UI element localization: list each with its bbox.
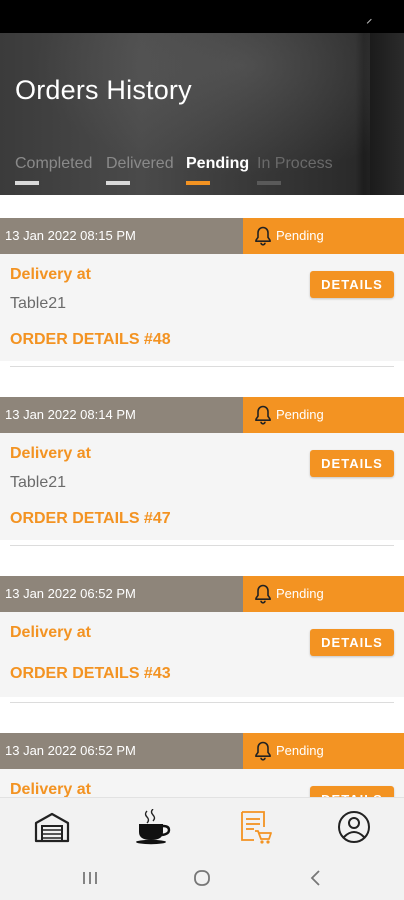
tab-in-process[interactable]: In Process — [257, 155, 333, 185]
home-button[interactable] — [190, 868, 214, 888]
status-badge: Pending — [243, 218, 404, 254]
tab-indicator — [257, 181, 281, 185]
tab-label: Delivered — [106, 155, 174, 172]
status-text: Pending — [276, 586, 324, 601]
status-badge: Pending — [243, 733, 404, 769]
bell-icon — [255, 226, 271, 246]
page-title: Orders History — [15, 75, 192, 105]
order-card-header: 13 Jan 2022 08:14 PM Pending — [0, 397, 404, 433]
tab-indicator — [15, 181, 39, 185]
bell-icon — [255, 584, 271, 604]
details-button[interactable]: DETAILS — [310, 629, 394, 656]
status-badge: Pending — [243, 397, 404, 433]
bell-icon — [255, 405, 271, 425]
order-card: 13 Jan 2022 06:52 PM Pending Delivery at… — [0, 576, 404, 703]
tab-label: Completed — [15, 155, 93, 172]
order-card-header: 13 Jan 2022 08:15 PM Pending — [0, 218, 404, 254]
system-navigation-bar — [0, 856, 404, 900]
orders-list[interactable]: 13 Jan 2022 08:15 PM Pending Delivery at… — [0, 195, 404, 797]
details-button[interactable]: DETAILS — [310, 450, 394, 477]
status-text: Pending — [276, 407, 324, 422]
delivery-label: Delivery at — [10, 781, 91, 797]
order-card-header: 13 Jan 2022 06:52 PM Pending — [0, 733, 404, 769]
order-datetime: 13 Jan 2022 06:52 PM — [0, 733, 243, 769]
delivery-table: Table21 — [10, 474, 67, 491]
order-datetime: 13 Jan 2022 08:14 PM — [0, 397, 243, 433]
garage-icon — [34, 812, 70, 843]
tab-label: In Process — [257, 155, 333, 172]
order-datetime: 13 Jan 2022 06:52 PM — [0, 576, 243, 612]
tab-pending[interactable]: Pending — [186, 155, 250, 185]
delivery-label: Delivery at — [10, 624, 91, 641]
tab-delivered[interactable]: Delivered — [106, 155, 174, 185]
order-details-link[interactable]: ORDER DETAILS #47 — [10, 510, 171, 528]
bottom-nav — [0, 797, 404, 856]
order-receipt-icon — [241, 811, 272, 844]
recent-apps-icon — [83, 872, 97, 884]
order-card: 13 Jan 2022 06:52 PM Pending Delivery at… — [0, 733, 404, 797]
divider — [10, 702, 394, 703]
divider — [10, 545, 394, 546]
order-card-header: 13 Jan 2022 06:52 PM Pending — [0, 576, 404, 612]
home-circle-icon — [194, 870, 210, 886]
back-button[interactable] — [304, 868, 328, 888]
profile-icon — [338, 811, 370, 843]
order-card: 13 Jan 2022 08:15 PM Pending Delivery at… — [0, 218, 404, 367]
details-button[interactable]: DETAILS — [310, 271, 394, 298]
recent-apps-button[interactable] — [78, 868, 102, 888]
details-button[interactable]: DETAILS — [310, 786, 394, 797]
order-datetime: 13 Jan 2022 08:15 PM — [0, 218, 243, 254]
status-badge: Pending — [243, 576, 404, 612]
bell-icon — [255, 741, 271, 761]
nav-home[interactable] — [32, 809, 72, 845]
divider — [10, 366, 394, 367]
nav-profile[interactable] — [334, 809, 374, 845]
order-status-tabs: Completed Delivered Pending In Process — [0, 155, 404, 195]
status-text: Pending — [276, 228, 324, 243]
status-text: Pending — [276, 743, 324, 758]
order-details-link[interactable]: ORDER DETAILS #48 — [10, 331, 171, 349]
nav-menu[interactable] — [133, 808, 173, 845]
delivery-label: Delivery at — [10, 445, 91, 462]
order-details-link[interactable]: ORDER DETAILS #43 — [10, 665, 171, 683]
signal-icon — [366, 18, 376, 28]
tab-label: Pending — [186, 155, 250, 172]
coffee-cup-icon — [136, 808, 171, 845]
delivery-table: Table21 — [10, 295, 67, 312]
back-chevron-icon — [310, 870, 320, 886]
status-bar — [0, 0, 404, 33]
order-card: 13 Jan 2022 08:14 PM Pending Delivery at… — [0, 397, 404, 546]
nav-orders[interactable] — [236, 809, 276, 845]
tab-indicator — [186, 181, 210, 185]
header: Orders History Completed Delivered Pendi… — [0, 33, 404, 195]
tab-completed[interactable]: Completed — [15, 155, 93, 185]
delivery-label: Delivery at — [10, 266, 91, 283]
tab-indicator — [106, 181, 130, 185]
